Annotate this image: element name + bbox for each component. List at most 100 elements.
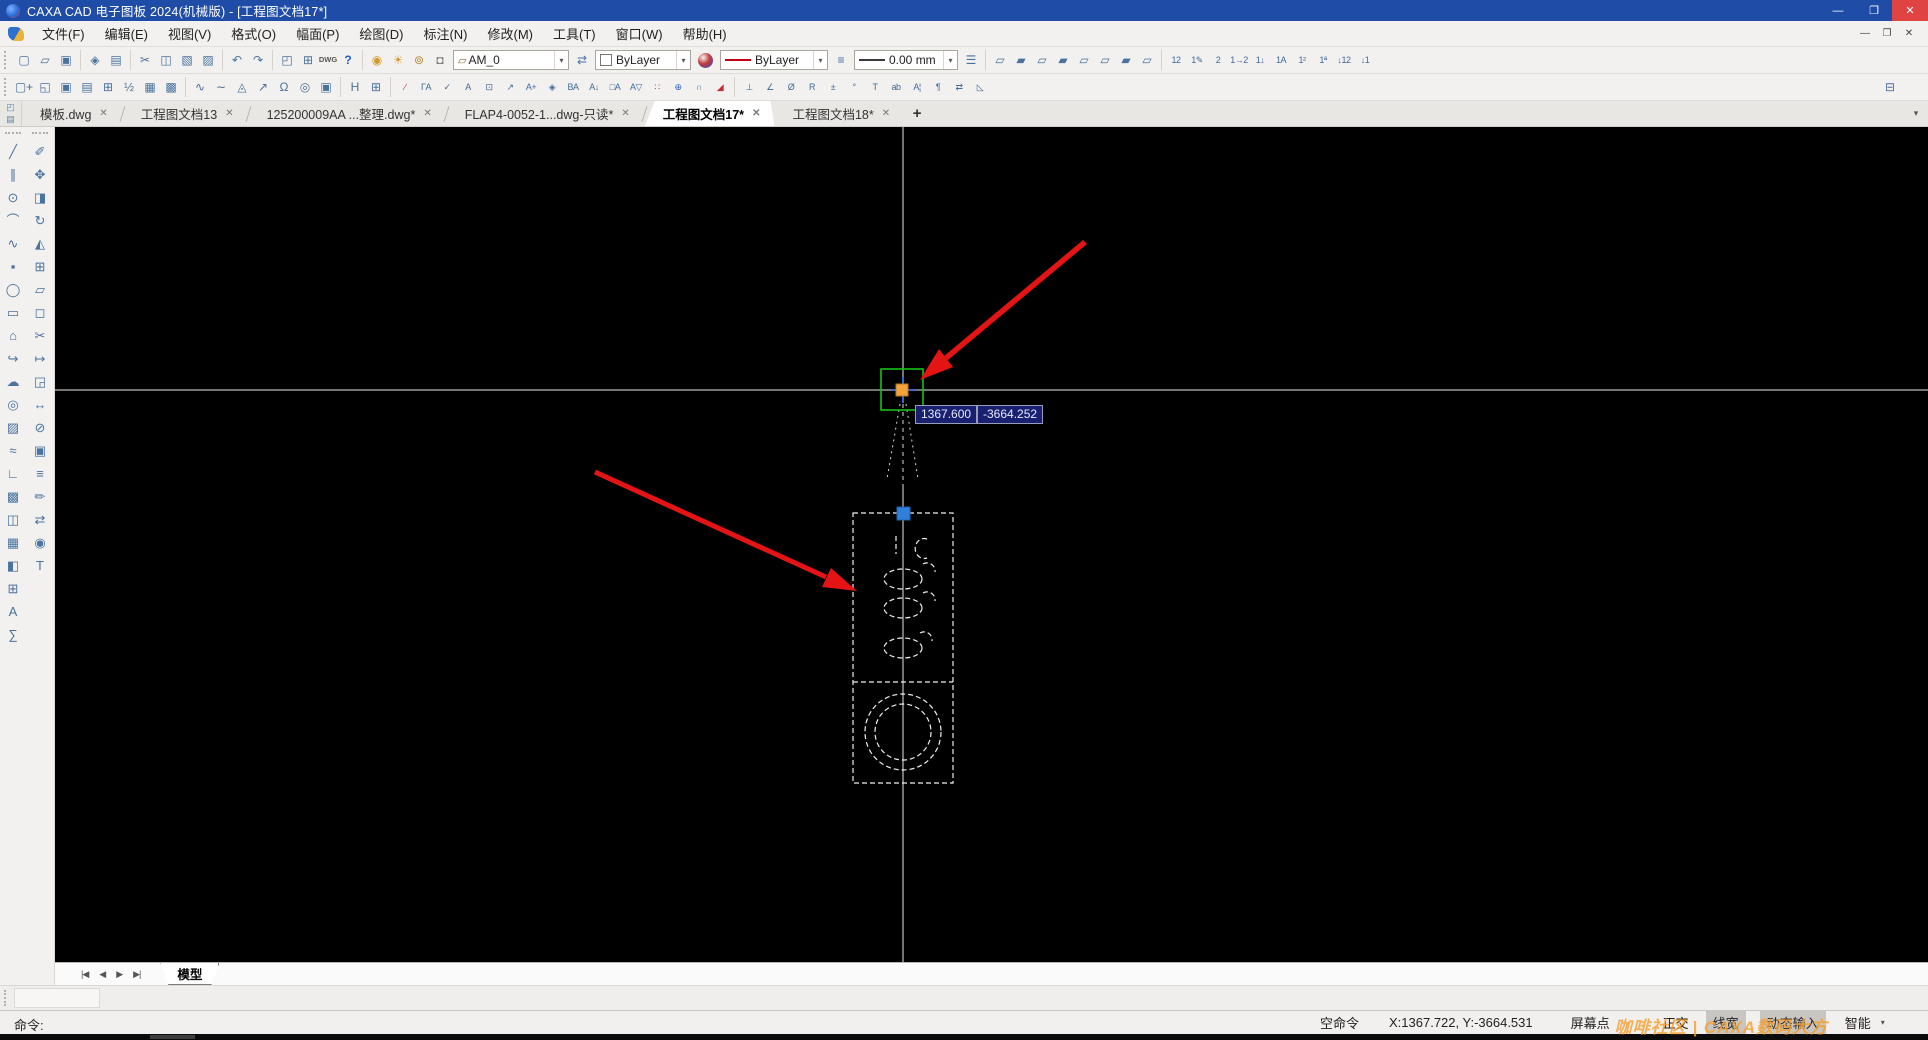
drawing-canvas[interactable]: 1367.600 -3664.252 — [55, 127, 1928, 962]
new-tab-button[interactable]: + — [904, 101, 930, 126]
chevron-down-icon[interactable]: ▾ — [943, 51, 957, 69]
color-combo[interactable]: ByLayer ▾ — [595, 50, 691, 70]
toggle-smart-snap[interactable]: 智能 — [1838, 1011, 1878, 1034]
check-dim-icon[interactable]: ✓ — [437, 77, 457, 97]
user-group-icon[interactable]: ◘ — [430, 50, 450, 70]
measure-grid-icon[interactable]: ⊞ — [366, 77, 386, 97]
red-grid-dots-icon[interactable]: ∷ — [647, 77, 667, 97]
save-file-icon[interactable]: ▣ — [56, 50, 76, 70]
extend-icon[interactable]: ↦ — [29, 348, 51, 370]
donut-icon[interactable]: ◎ — [2, 394, 24, 416]
hatch-icon[interactable]: ▨ — [2, 417, 24, 439]
diameter-dim-icon[interactable]: Ø — [781, 77, 801, 97]
layer-combo[interactable]: ▱ AM_0 ▾ — [453, 50, 569, 70]
formula-icon[interactable]: ∑ — [2, 624, 24, 646]
text-tool-icon[interactable]: T — [865, 77, 885, 97]
solid-fill-icon[interactable]: ▦ — [2, 532, 24, 554]
stamp-icon[interactable]: ◈ — [85, 50, 105, 70]
number-12-icon[interactable]: 12 — [1166, 50, 1186, 70]
number-swap-icon[interactable]: 1→2 — [1229, 50, 1249, 70]
radius-dim-icon[interactable]: R — [802, 77, 822, 97]
child-minimize-button[interactable]: — — [1854, 28, 1876, 39]
part-grip[interactable] — [896, 506, 911, 521]
geo-tolerance-icon[interactable]: A▽ — [626, 77, 646, 97]
tab-close-icon[interactable]: ✕ — [99, 108, 107, 119]
pointer-icon[interactable]: ↗ — [253, 77, 273, 97]
command-bar[interactable] — [0, 985, 1928, 1010]
layer-new-icon[interactable]: ▱ — [990, 50, 1010, 70]
break-icon[interactable]: ⊘ — [29, 417, 51, 439]
smart-pick-icon[interactable]: ◉ — [367, 50, 387, 70]
color-palette-icon[interactable] — [698, 52, 713, 68]
move-icon[interactable]: ✥ — [29, 164, 51, 186]
toolbar-grip[interactable] — [4, 78, 10, 96]
layer-manager-icon[interactable]: ▱ — [1137, 50, 1157, 70]
table-icon[interactable]: ⊞ — [2, 578, 24, 600]
pattern-fill-icon[interactable]: ▩ — [2, 486, 24, 508]
lineweight-combo[interactable]: 0.00 mm ▾ — [854, 50, 958, 70]
polygon-icon[interactable]: ⌂ — [2, 325, 24, 347]
snap-glow-icon[interactable]: ☀ — [388, 50, 408, 70]
arc-icon[interactable]: ⌒ — [2, 210, 24, 232]
copy-icon[interactable]: ◫ — [156, 50, 176, 70]
toggle-dynamic-input[interactable]: 动态输入 — [1759, 1011, 1826, 1034]
toolbar-grip[interactable] — [4, 51, 10, 69]
new-file-icon[interactable]: ▢ — [14, 50, 34, 70]
stretch-icon[interactable]: ↔ — [29, 394, 51, 416]
crop-icon[interactable]: ◻ — [29, 302, 51, 324]
chevron-down-icon[interactable]: ▾ — [813, 51, 827, 69]
number-sub-icon[interactable]: 1ª — [1313, 50, 1333, 70]
search-view-icon[interactable]: ◎ — [295, 77, 315, 97]
revision-cloud-icon[interactable]: ☁ — [2, 371, 24, 393]
boxed-text-icon[interactable]: □A — [605, 77, 625, 97]
region-icon[interactable]: ◧ — [2, 555, 24, 577]
number-insert-icon[interactable]: ↓12 — [1334, 50, 1354, 70]
ellipse-icon[interactable]: ◯ — [2, 279, 24, 301]
linetype-manager-icon[interactable]: ≡ — [831, 50, 851, 70]
basic-dim-icon[interactable]: BA — [563, 77, 583, 97]
undo-icon[interactable]: ↶ — [227, 50, 247, 70]
mirror-curve-icon[interactable]: ◬ — [232, 77, 252, 97]
chevron-down-icon[interactable]: ▾ — [1881, 1018, 1885, 1027]
menu-modify[interactable]: 修改(M) — [478, 21, 544, 46]
layer-prev-icon[interactable]: ▰ — [1116, 50, 1136, 70]
detail-grid-icon[interactable]: ▩ — [161, 77, 181, 97]
maximize-button[interactable]: ❐ — [1856, 0, 1892, 21]
first-sheet-icon[interactable]: |◀ — [81, 969, 89, 980]
last-sheet-icon[interactable]: ▶| — [133, 969, 141, 980]
measure-distance-icon[interactable]: H — [345, 77, 365, 97]
mirror-icon[interactable]: ◭ — [29, 233, 51, 255]
tab-close-icon[interactable]: ✕ — [752, 108, 760, 119]
tolerance-dim-icon[interactable]: ± — [823, 77, 843, 97]
lineweight-manager-icon[interactable]: ☰ — [961, 50, 981, 70]
solid-cube-icon[interactable]: ▣ — [316, 77, 336, 97]
tab-doc13[interactable]: 工程图文档13 ✕ — [123, 101, 248, 126]
menu-tools[interactable]: 工具(T) — [543, 21, 606, 46]
parallel-line-icon[interactable]: ∥ — [2, 164, 24, 186]
block-icon[interactable]: ▣ — [29, 440, 51, 462]
copy-icon[interactable]: ◨ — [29, 187, 51, 209]
text-icon[interactable]: A — [2, 601, 24, 623]
datum-target-icon[interactable]: A — [458, 77, 478, 97]
serial-number-icon[interactable]: ½ — [119, 77, 139, 97]
wave-icon[interactable]: ≈ — [2, 440, 24, 462]
arc-leader-icon[interactable]: ↗ — [500, 77, 520, 97]
number-sq-icon[interactable]: 1² — [1292, 50, 1312, 70]
linetype-combo[interactable]: ByLayer ▾ — [720, 50, 828, 70]
cut-icon[interactable]: ✂ — [135, 50, 155, 70]
paste-special-icon[interactable]: ▨ — [198, 50, 218, 70]
edit-dimension-icon[interactable]: ✏ — [29, 486, 51, 508]
axis-icon[interactable]: ∟ — [2, 463, 24, 485]
degree-dim-icon[interactable]: ° — [844, 77, 864, 97]
surface-finish-icon[interactable]: ◈ — [542, 77, 562, 97]
title-block-icon[interactable]: ▣ — [56, 77, 76, 97]
endpoint-grip[interactable] — [895, 383, 909, 397]
menu-draw[interactable]: 绘图(D) — [349, 21, 413, 46]
tab-flap4-0052[interactable]: FLAP4-0052-1...dwg-只读* ✕ — [447, 101, 644, 126]
erase-icon[interactable]: ✐ — [29, 141, 51, 163]
line-icon[interactable]: ╱ — [2, 141, 24, 163]
text-align-icon[interactable]: A¦ — [907, 77, 927, 97]
datum-circle-icon[interactable]: ⊕ — [668, 77, 688, 97]
tab-doc17-active[interactable]: 工程图文档17* ✕ — [645, 101, 775, 126]
lasso-select-icon[interactable]: Ω — [274, 77, 294, 97]
